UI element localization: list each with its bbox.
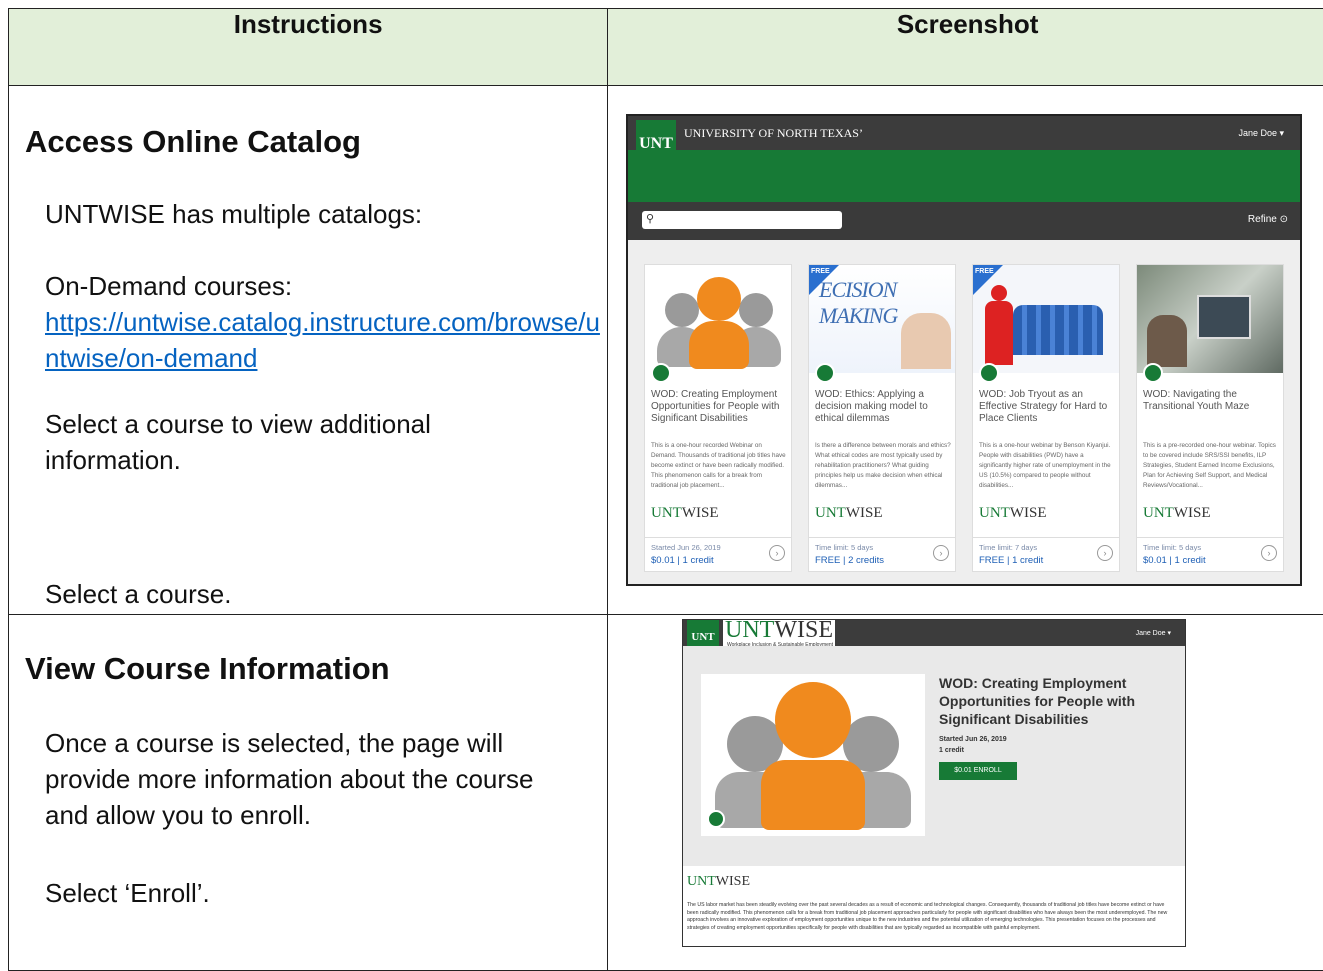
card-meta: Time limit: 7 days (979, 543, 1038, 552)
course-badge-icon (707, 810, 725, 828)
card-brand: UNTWISE (1143, 505, 1211, 521)
chevron-right-icon[interactable]: › (933, 545, 949, 561)
select-enroll-text: Select ‘Enroll’. (45, 878, 210, 908)
university-name: UNIVERSITY OF NORTH TEXAS’ (684, 126, 863, 140)
card-price: $0.01 | 1 credit (1143, 555, 1206, 566)
enroll-button[interactable]: $0.01 ENROLL (939, 762, 1017, 780)
people-icon (645, 265, 791, 373)
card-title: WOD: Job Tryout as an Effective Strategy… (979, 389, 1108, 424)
card-meta: Started Jun 26, 2019 (651, 543, 721, 552)
card-brand: UNTWISE (979, 505, 1047, 521)
course-badge-icon (1143, 363, 1163, 383)
card-title: WOD: Creating Employment Opportunities f… (651, 389, 780, 424)
unt-logo[interactable]: UNT (636, 120, 676, 168)
select-info-text: Select a course to view additional infor… (45, 409, 431, 475)
chevron-right-icon[interactable]: › (769, 545, 785, 561)
standout-figure-photo: FREE (973, 265, 1119, 373)
catalog-screenshot: UNT UNIVERSITY OF NORTH TEXAS’ Jane Doe … (626, 114, 1302, 586)
access-catalog-heading: Access Online Catalog (25, 124, 361, 159)
card-description: This is a one-hour recorded Webinar on D… (651, 442, 786, 489)
card-meta: Time limit: 5 days (815, 543, 874, 552)
course-card[interactable]: FREE WOD: Job Tryout as an Effective Str… (972, 264, 1120, 572)
computer-lab-photo (1137, 265, 1283, 373)
user-menu[interactable]: Jane Doe ▾ (1238, 128, 1284, 139)
course-card[interactable]: WOD: Creating Employment Opportunities f… (644, 264, 792, 572)
card-title: WOD: Ethics: Applying a decision making … (815, 389, 928, 424)
course-badge-icon (651, 363, 671, 383)
row1-instructions-cell: Access Online Catalog UNTWISE has multip… (7, 85, 609, 615)
card-title: WOD: Navigating the Transitional Youth M… (1143, 389, 1250, 412)
on-demand-text: On-Demand courses: (45, 271, 293, 301)
select-course-text: Select a course. (45, 579, 232, 609)
chevron-right-icon[interactable]: › (1261, 545, 1277, 561)
people-icon (701, 674, 925, 836)
catalogs-text: UNTWISE has multiple catalogs: (45, 199, 423, 229)
course-screenshot: UNT UNTWISE Workplace Inclusion & Sustai… (682, 619, 1186, 947)
green-banner (628, 150, 1300, 202)
user-menu[interactable]: Jane Doe ▾ (1136, 629, 1171, 637)
untwise-brand: UNTWISE (687, 874, 750, 889)
card-price: FREE | 1 credit (979, 555, 1044, 566)
card-description: This is a one-hour webinar by Benson Kiy… (979, 442, 1111, 489)
card-price: FREE | 2 credits (815, 555, 884, 566)
course-badge-icon (815, 363, 835, 383)
course-description: The US labor market has been steadily ev… (687, 902, 1168, 931)
search-icon: ⚲ (646, 213, 655, 225)
course-card[interactable]: WOD: Navigating the Transitional Youth M… (1136, 264, 1284, 572)
card-price: $0.01 | 1 credit (651, 555, 714, 566)
course-meta: Started Jun 26, 2019 1 credit (939, 736, 1007, 754)
decision-making-photo: ECISION MAKING FREE (809, 265, 955, 373)
course-title: WOD: Creating Employment Opportunities f… (939, 675, 1135, 727)
on-demand-link[interactable]: https://untwise.catalog.instructure.com/… (45, 307, 600, 373)
card-description: This is a pre-recorded one-hour webinar.… (1143, 442, 1276, 489)
card-brand: UNTWISE (815, 505, 883, 521)
row2-instructions-cell: View Course Information Once a course is… (7, 614, 609, 971)
search-input[interactable]: ⚲ (642, 211, 842, 229)
chevron-right-icon[interactable]: › (1097, 545, 1113, 561)
header-screenshot: Screenshot (607, 8, 1323, 86)
course-selected-text: Once a course is selected, the page will… (45, 728, 534, 830)
card-meta: Time limit: 5 days (1143, 543, 1202, 552)
refine-button[interactable]: Refine ⊙ (1248, 214, 1288, 225)
header-instructions: Instructions (7, 8, 609, 86)
card-description: Is there a difference between morals and… (815, 442, 951, 489)
course-badge-icon (979, 363, 999, 383)
course-info-heading: View Course Information (25, 651, 390, 686)
course-card[interactable]: ECISION MAKING FREE WOD: Ethics: Applyin… (808, 264, 956, 572)
card-brand: UNTWISE (651, 505, 719, 521)
